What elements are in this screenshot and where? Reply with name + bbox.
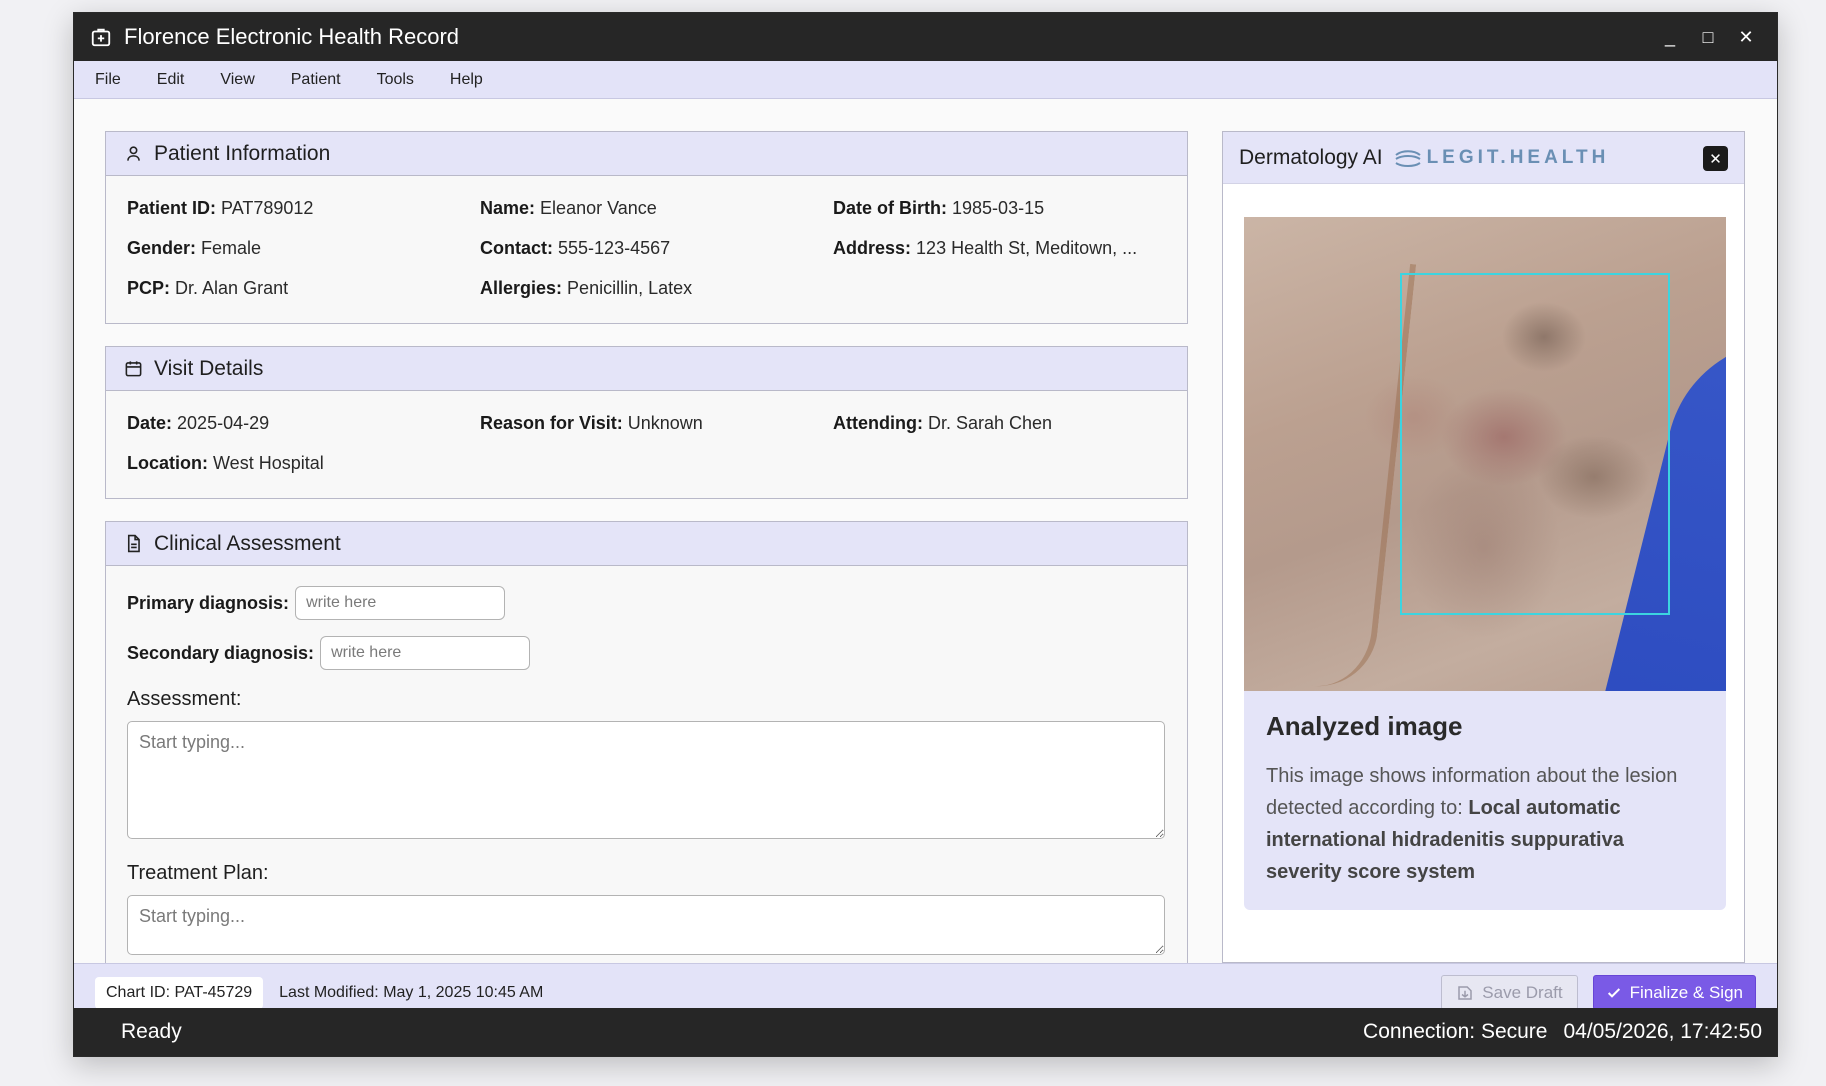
- legit-health-logo-icon: [1394, 149, 1421, 167]
- clinical-assessment-card: Clinical Assessment Primary diagnosis: S…: [105, 521, 1188, 963]
- patient-name-field: Name: Eleanor Vance: [480, 198, 657, 218]
- legit-health-logo: LEGIT.HEALTH: [1393, 147, 1610, 169]
- menu-file[interactable]: File: [80, 71, 142, 89]
- checkmark-icon: [1607, 987, 1620, 998]
- visit-details-header: Visit Details: [106, 347, 1187, 391]
- menu-patient[interactable]: Patient: [276, 71, 362, 89]
- close-panel-button[interactable]: ✕: [1703, 146, 1728, 171]
- status-datetime: 04/05/2026, 17:42:50: [1563, 1020, 1762, 1043]
- close-window-button[interactable]: ✕: [1727, 22, 1765, 52]
- menu-view[interactable]: View: [205, 71, 275, 89]
- caption-title: Analyzed image: [1266, 711, 1463, 741]
- menu-bar: File Edit View Patient Tools Help: [74, 61, 1777, 99]
- minimize-button[interactable]: _: [1651, 22, 1689, 52]
- dermatology-ai-body[interactable]: Analyzed image This image shows informat…: [1223, 184, 1744, 962]
- primary-diagnosis-input[interactable]: [295, 586, 506, 620]
- analyzed-image-caption: Analyzed image This image shows informat…: [1244, 691, 1726, 910]
- maximize-button[interactable]: □: [1689, 22, 1727, 52]
- assessment-textarea[interactable]: [127, 721, 1165, 839]
- dermatology-ai-header: Dermatology AI LEGIT.HEALTH ✕: [1223, 132, 1744, 184]
- patient-info-card: Patient Information Patient ID: PAT78901…: [105, 131, 1188, 324]
- document-icon: [127, 534, 140, 553]
- assessment-label: Assessment:: [127, 688, 242, 710]
- user-icon: [127, 146, 140, 161]
- pcp-field: PCP: Dr. Alan Grant: [127, 278, 289, 298]
- finalize-sign-button[interactable]: Finalize & Sign: [1592, 975, 1756, 1010]
- menu-tools[interactable]: Tools: [362, 71, 435, 89]
- last-modified-text: Last Modified: May 1, 2025 10:45 AM: [279, 983, 544, 1001]
- save-draft-label: Save Draft: [1482, 982, 1563, 1002]
- finalize-sign-label: Finalize & Sign: [1629, 982, 1743, 1002]
- allergies-field: Allergies: Penicillin, Latex: [480, 278, 693, 298]
- calendar-icon: [125, 361, 142, 377]
- lesion-bounding-box: [1400, 273, 1670, 615]
- chart-id-badge: Chart ID: PAT-45729: [95, 976, 264, 1009]
- address-field: Address: 123 Health St, Meditown, ...: [833, 238, 1138, 258]
- contact-field: Contact: 555-123-4567: [480, 238, 671, 258]
- date-of-birth-field: Date of Birth: 1985-03-15: [833, 198, 1045, 218]
- menu-help[interactable]: Help: [435, 71, 504, 89]
- analyzed-skin-image: [1244, 217, 1726, 691]
- secondary-diagnosis-input[interactable]: [320, 636, 531, 670]
- status-bar: Ready Connection: Secure 04/05/2026, 17:…: [74, 1008, 1777, 1056]
- location-field: Location: West Hospital: [127, 453, 324, 473]
- dermatology-ai-title: Dermatology AI: [1239, 145, 1383, 169]
- connection-status: Connection: Secure: [1363, 1020, 1548, 1043]
- app-window: Florence Electronic Health Record _ □ ✕ …: [73, 12, 1778, 1057]
- clinical-assessment-header: Clinical Assessment: [106, 522, 1187, 566]
- primary-diagnosis-label: Primary diagnosis:: [127, 592, 290, 613]
- gender-field: Gender: Female: [127, 238, 262, 258]
- treatment-plan-textarea[interactable]: [127, 895, 1165, 955]
- patient-id-field: Patient ID: PAT789012: [127, 198, 314, 218]
- caption-text: This image shows information about the l…: [1266, 765, 1678, 883]
- clinical-assessment-title: Clinical Assessment: [154, 531, 341, 555]
- status-text: Ready: [121, 1020, 182, 1043]
- patient-info-header: Patient Information: [106, 132, 1187, 176]
- dermatology-ai-panel: Dermatology AI LEGIT.HEALTH ✕ Analyzed i…: [1222, 131, 1745, 963]
- attending-field: Attending: Dr. Sarah Chen: [833, 413, 1053, 433]
- save-icon: [1458, 985, 1473, 1000]
- title-bar: Florence Electronic Health Record _ □ ✕: [74, 13, 1777, 61]
- visit-details-card: Visit Details Date: 2025-04-29 Reason fo…: [105, 346, 1188, 499]
- patient-info-title: Patient Information: [154, 141, 331, 165]
- reason-for-visit-field: Reason for Visit: Unknown: [480, 413, 703, 433]
- window-title: Florence Electronic Health Record: [124, 24, 460, 49]
- visit-details-title: Visit Details: [154, 356, 264, 380]
- secondary-diagnosis-label: Secondary diagnosis:: [127, 642, 315, 663]
- visit-date-field: Date: 2025-04-29: [127, 413, 270, 433]
- medical-kit-icon: [91, 28, 111, 47]
- main-content: Patient Information Patient ID: PAT78901…: [105, 131, 1188, 963]
- save-draft-button[interactable]: Save Draft: [1441, 975, 1578, 1010]
- legit-health-brand-text: LEGIT.HEALTH: [1426, 146, 1610, 168]
- menu-edit[interactable]: Edit: [142, 71, 206, 89]
- treatment-plan-label: Treatment Plan:: [127, 862, 269, 884]
